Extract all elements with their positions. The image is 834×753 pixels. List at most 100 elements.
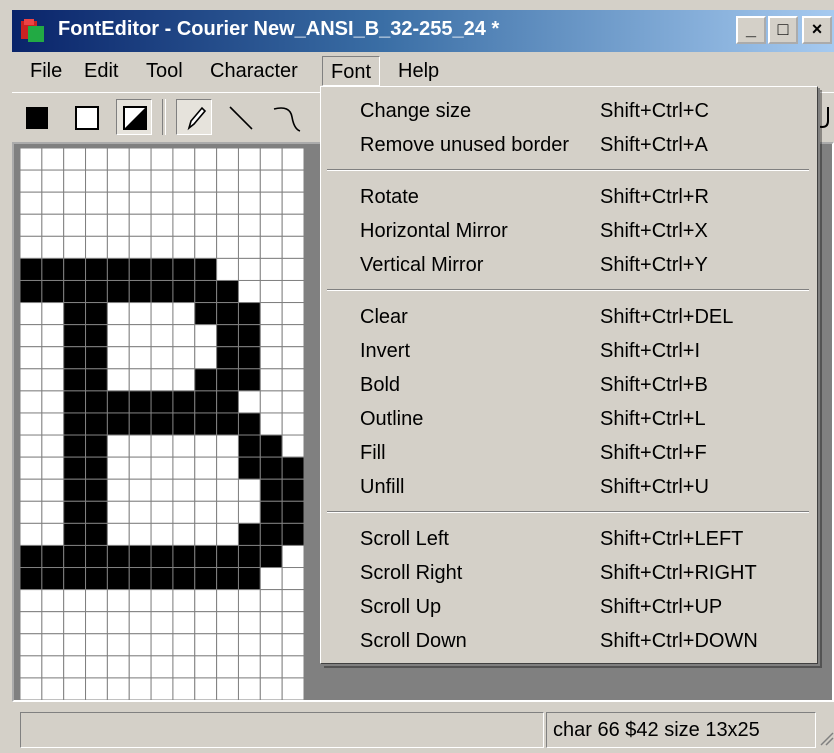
menu-help[interactable]: Help [390,56,447,86]
glyph-pixel[interactable] [150,456,174,480]
glyph-pixel[interactable] [172,677,196,700]
glyph-pixel[interactable] [85,191,108,215]
glyph-pixel[interactable] [281,434,304,458]
glyph-pixel[interactable] [150,434,174,458]
glyph-pixel[interactable] [194,544,218,569]
glyph-pixel[interactable] [194,412,218,436]
glyph-pixel[interactable] [194,390,218,414]
glyph-pixel[interactable] [106,434,130,458]
glyph-pixel[interactable] [281,655,304,679]
glyph-pixel[interactable] [63,677,87,700]
menu-character[interactable]: Character [202,56,306,86]
glyph-pixel[interactable] [85,257,108,281]
glyph-pixel[interactable] [150,390,174,414]
glyph-pixel[interactable] [106,456,130,480]
glyph-pixel[interactable] [216,567,239,591]
glyph-pixel[interactable] [41,522,65,546]
glyph-pixel[interactable] [106,368,130,392]
glyph-pixel[interactable] [281,633,304,657]
menu-item-outline[interactable]: Outline Shift+Ctrl+L [324,403,812,435]
glyph-pixel[interactable] [85,368,108,392]
glyph-pixel[interactable] [85,412,108,436]
glyph-pixel[interactable] [194,169,218,193]
menu-item-clear[interactable]: Clear Shift+Ctrl+DEL [324,301,812,333]
glyph-pixel[interactable] [150,589,174,613]
glyph-pixel[interactable] [41,478,65,502]
glyph-pixel[interactable] [20,191,43,215]
glyph-pixel[interactable] [106,390,130,414]
glyph-pixel[interactable] [128,169,152,193]
glyph-pixel[interactable] [128,302,152,326]
glyph-pixel[interactable] [194,567,218,591]
glyph-pixel[interactable] [216,148,239,171]
glyph-pixel[interactable] [194,655,218,679]
glyph-pixel[interactable] [216,589,239,613]
glyph-pixel[interactable] [172,324,196,348]
glyph-pixel[interactable] [237,456,261,480]
glyph-pixel[interactable] [128,677,152,700]
glyph-pixel[interactable] [259,544,283,569]
glyph-pixel[interactable] [259,257,283,281]
glyph-pixel[interactable] [237,148,261,171]
glyph-pixel[interactable] [172,148,196,171]
glyph-pixel[interactable] [20,478,43,502]
glyph-pixel[interactable] [20,390,43,414]
glyph-pixel[interactable] [41,390,65,414]
glyph-pixel[interactable] [20,324,43,348]
glyph-pixel[interactable] [128,633,152,657]
glyph-pixel[interactable] [63,589,87,613]
glyph-pixel[interactable] [237,235,261,259]
glyph-pixel[interactable] [150,257,174,281]
glyph-pixel[interactable] [281,235,304,259]
glyph-pixel[interactable] [172,390,196,414]
glyph-pixel[interactable] [150,324,174,348]
glyph-pixel[interactable] [259,346,283,370]
glyph-pixel[interactable] [85,148,108,171]
glyph-pixel[interactable] [85,611,108,635]
glyph-pixel[interactable] [85,235,108,259]
glyph-pixel[interactable] [20,257,43,281]
glyph-pixel[interactable] [63,633,87,657]
glyph-pixel[interactable] [172,456,196,480]
glyph-pixel[interactable] [41,346,65,370]
glyph-pixel[interactable] [237,412,261,436]
glyph-pixel[interactable] [20,213,43,237]
glyph-pixel[interactable] [20,346,43,370]
glyph-pixel[interactable] [20,302,43,326]
glyph-pixel[interactable] [20,589,43,613]
glyph-pixel[interactable] [237,500,261,524]
glyph-pixel[interactable] [172,213,196,237]
glyph-pixel[interactable] [41,412,65,436]
glyph-pixel[interactable] [106,522,130,546]
glyph-pixel[interactable] [281,500,304,524]
glyph-pixel[interactable] [172,611,196,635]
menu-item-remove-unused-border[interactable]: Remove unused border Shift+Ctrl+A [324,129,812,161]
glyph-pixel[interactable] [20,279,43,304]
glyph-pixel[interactable] [237,191,261,215]
glyph-pixel[interactable] [194,302,218,326]
glyph-pixel[interactable] [63,368,87,392]
glyph-pixel[interactable] [259,213,283,237]
menu-item-horizontal-mirror[interactable]: Horizontal Mirror Shift+Ctrl+X [324,215,812,247]
glyph-pixel[interactable] [150,522,174,546]
glyph-pixel[interactable] [128,148,152,171]
menu-item-rotate[interactable]: Rotate Shift+Ctrl+R [324,181,812,213]
glyph-pixel[interactable] [216,368,239,392]
glyph-pixel[interactable] [63,148,87,171]
glyph-pixel[interactable] [216,655,239,679]
glyph-pixel[interactable] [281,324,304,348]
glyph-pixel[interactable] [41,456,65,480]
glyph-pixel[interactable] [216,324,239,348]
glyph-pixel[interactable] [63,500,87,524]
glyph-pixel[interactable] [63,655,87,679]
menu-item-scroll-down[interactable]: Scroll Down Shift+Ctrl+DOWN [324,625,812,657]
glyph-pixel[interactable] [237,169,261,193]
glyph-pixel[interactable] [41,544,65,569]
glyph-pixel[interactable] [172,412,196,436]
glyph-pixel[interactable] [41,235,65,259]
glyph-pixel[interactable] [194,677,218,700]
glyph-pixel[interactable] [281,589,304,613]
glyph-pixel[interactable] [216,257,239,281]
line-icon[interactable] [224,99,260,135]
glyph-pixel[interactable] [128,346,152,370]
